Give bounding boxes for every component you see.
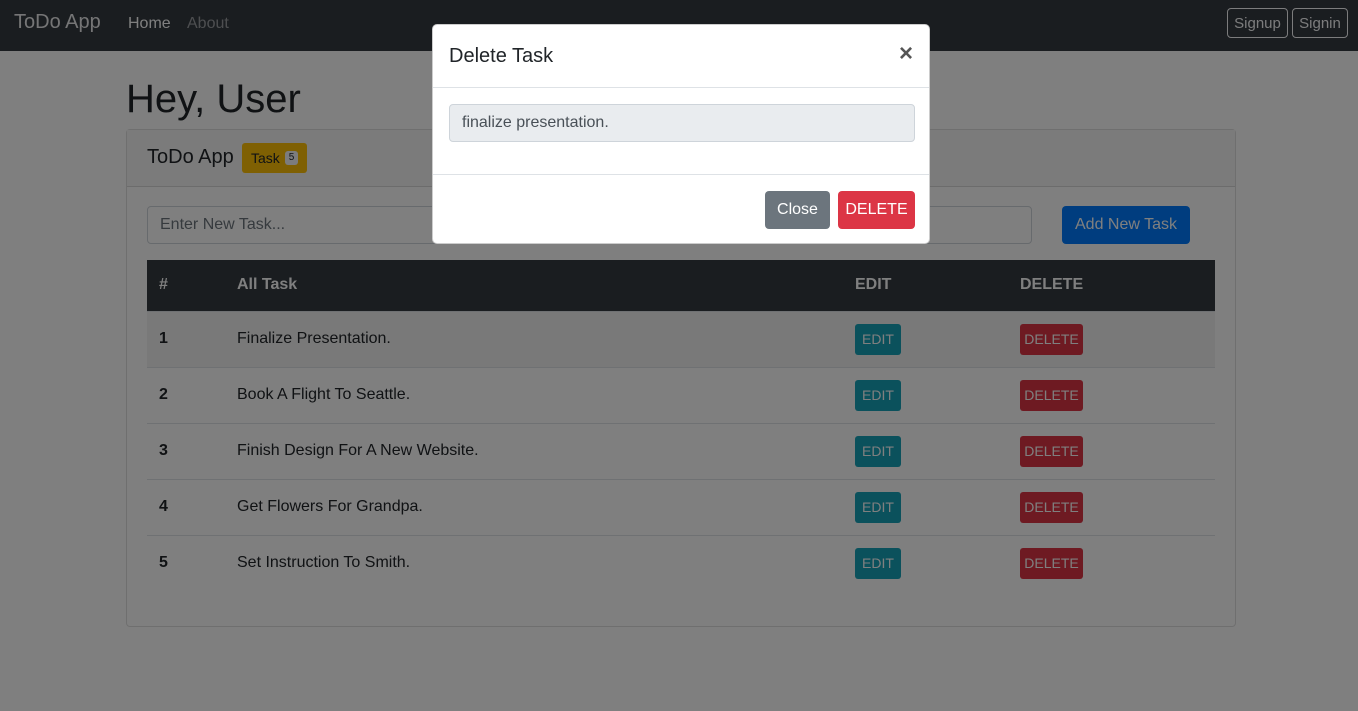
task-name-field[interactable] (449, 104, 915, 142)
modal-header: Delete Task × (433, 25, 929, 88)
close-icon[interactable]: × (899, 42, 913, 66)
delete-task-modal: Delete Task × Close DELETE (432, 24, 930, 244)
confirm-delete-button[interactable]: DELETE (838, 191, 915, 229)
modal-footer: Close DELETE (433, 174, 929, 244)
modal-title: Delete Task (449, 45, 554, 67)
close-button[interactable]: Close (765, 191, 830, 229)
